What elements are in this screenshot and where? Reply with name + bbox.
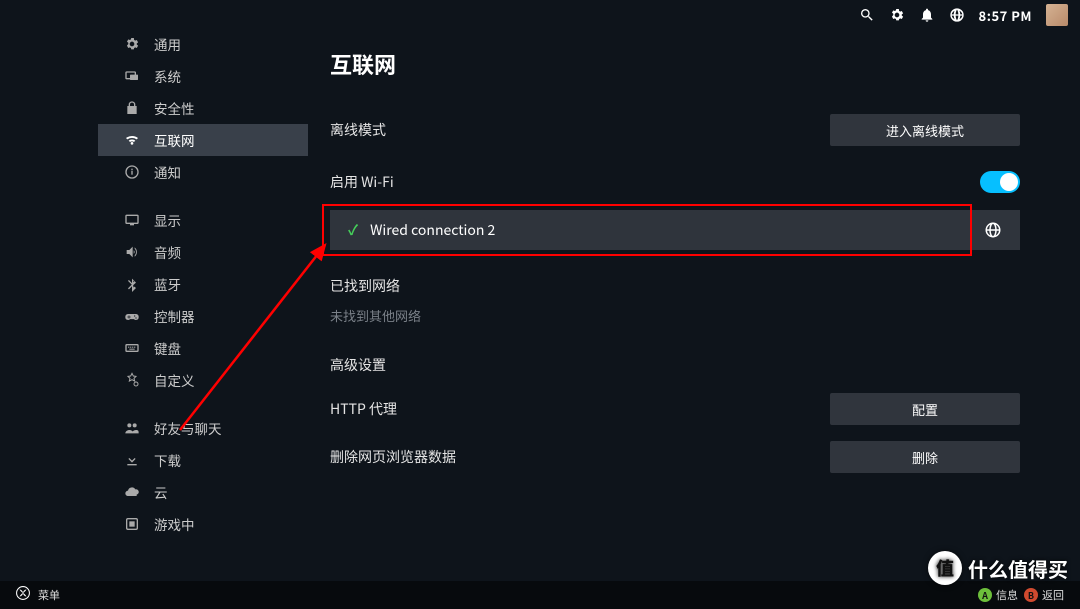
wifi-label: 启用 Wi-Fi: [330, 172, 394, 192]
sidebar-item-label: 控制器: [154, 306, 195, 326]
page-title: 互联网: [330, 48, 1020, 80]
clear-browser-label: 删除网页浏览器数据: [330, 447, 456, 467]
display-icon: [124, 212, 140, 228]
watermark: 值 什么值得买: [928, 551, 1068, 585]
connection-name: Wired connection 2: [370, 220, 972, 240]
globe-icon[interactable]: [949, 7, 965, 23]
avatar[interactable]: [1046, 4, 1068, 26]
enter-offline-button[interactable]: 进入离线模式: [830, 114, 1020, 146]
sidebar-item-cloud[interactable]: 云: [98, 476, 308, 508]
sidebar-item-label: 游戏中: [154, 514, 195, 534]
sidebar-item-system[interactable]: 系统: [98, 60, 308, 92]
sidebar-item-label: 云: [154, 482, 168, 502]
sidebar-item-ingame[interactable]: 游戏中: [98, 508, 308, 540]
configure-proxy-button[interactable]: 配置: [830, 393, 1020, 425]
main-panel: 互联网 离线模式 进入离线模式 启用 Wi-Fi ✓ Wired connect…: [330, 40, 1020, 569]
lock-icon: [124, 100, 140, 116]
sidebar-item-label: 下载: [154, 450, 181, 470]
sidebar-item-general[interactable]: 通用: [98, 28, 308, 60]
sidebar-item-label: 安全性: [154, 98, 195, 118]
connection-row[interactable]: ✓ Wired connection 2: [330, 210, 1020, 250]
sidebar-item-label: 自定义: [154, 370, 195, 390]
sidebar-item-friends[interactable]: 好友与聊天: [98, 412, 308, 444]
bell-icon[interactable]: [919, 7, 935, 23]
gear-icon: [124, 36, 140, 52]
controller-icon: [124, 308, 140, 324]
settings-gear-icon[interactable]: [889, 7, 905, 23]
top-bar: 8:57 PM: [0, 0, 1080, 30]
sidebar-item-label: 通知: [154, 162, 181, 182]
download-icon: [124, 452, 140, 468]
globe-icon: [984, 221, 1002, 239]
sidebar-item-internet[interactable]: 互联网: [98, 124, 308, 156]
sidebar-item-controller[interactable]: 控制器: [98, 300, 308, 332]
sidebar-item-display[interactable]: 显示: [98, 204, 308, 236]
row-offline: 离线模式 进入离线模式: [330, 102, 1020, 158]
search-icon[interactable]: [859, 7, 875, 23]
http-proxy-label: HTTP 代理: [330, 399, 397, 419]
advanced-label: 高级设置: [330, 355, 1020, 375]
menu-label[interactable]: 菜单: [38, 587, 60, 603]
audio-icon: [124, 244, 140, 260]
sidebar-item-label: 系统: [154, 66, 181, 86]
wifi-toggle[interactable]: [980, 171, 1020, 193]
sidebar-item-label: 显示: [154, 210, 181, 230]
bluetooth-icon: [124, 276, 140, 292]
cloud-icon: [124, 484, 140, 500]
no-other-networks: 未找到其他网络: [330, 306, 1020, 325]
wifi-icon: [124, 132, 140, 148]
keyboard-icon: [124, 340, 140, 356]
sidebar-item-label: 好友与聊天: [154, 418, 222, 438]
clear-browser-button[interactable]: 删除: [830, 441, 1020, 473]
sidebar-item-customize[interactable]: 自定义: [98, 364, 308, 396]
hint-b: B返回: [1024, 587, 1064, 603]
connection-row-wrap: ✓ Wired connection 2: [330, 210, 1020, 250]
watermark-badge: 值: [928, 551, 962, 585]
sidebar-item-label: 互联网: [154, 130, 195, 150]
bottom-bar: 菜单 A信息 B返回: [0, 581, 1080, 609]
sidebar-item-security[interactable]: 安全性: [98, 92, 308, 124]
info-icon: [124, 164, 140, 180]
sidebar-item-label: 通用: [154, 34, 181, 54]
sidebar-item-bluetooth[interactable]: 蓝牙: [98, 268, 308, 300]
sidebar-item-downloads[interactable]: 下载: [98, 444, 308, 476]
system-icon: [124, 68, 140, 84]
sidebar-item-label: 蓝牙: [154, 274, 181, 294]
sidebar-item-keyboard[interactable]: 键盘: [98, 332, 308, 364]
ingame-icon: [124, 516, 140, 532]
row-clear-browser: 删除网页浏览器数据 删除: [330, 433, 1020, 481]
settings-sidebar: 通用 系统 安全性 互联网 通知 显示 音频 蓝牙 控制器 键盘 自定义 好友与…: [98, 28, 308, 579]
sidebar-item-audio[interactable]: 音频: [98, 236, 308, 268]
sidebar-item-label: 音频: [154, 242, 181, 262]
offline-label: 离线模式: [330, 120, 386, 140]
row-http-proxy: HTTP 代理 配置: [330, 385, 1020, 433]
sidebar-item-notifications[interactable]: 通知: [98, 156, 308, 188]
xbox-icon[interactable]: [16, 586, 30, 604]
hint-a: A信息: [978, 587, 1018, 603]
sidebar-item-label: 键盘: [154, 338, 181, 358]
friends-icon: [124, 420, 140, 436]
customize-icon: [124, 372, 140, 388]
a-button-icon: A: [978, 588, 992, 602]
check-icon: ✓: [348, 220, 358, 240]
row-wifi: 启用 Wi-Fi: [330, 158, 1020, 206]
b-button-icon: B: [1024, 588, 1038, 602]
watermark-text: 什么值得买: [968, 554, 1068, 583]
clock-time: 8:57 PM: [979, 6, 1032, 25]
found-networks-label: 已找到网络: [330, 276, 1020, 296]
